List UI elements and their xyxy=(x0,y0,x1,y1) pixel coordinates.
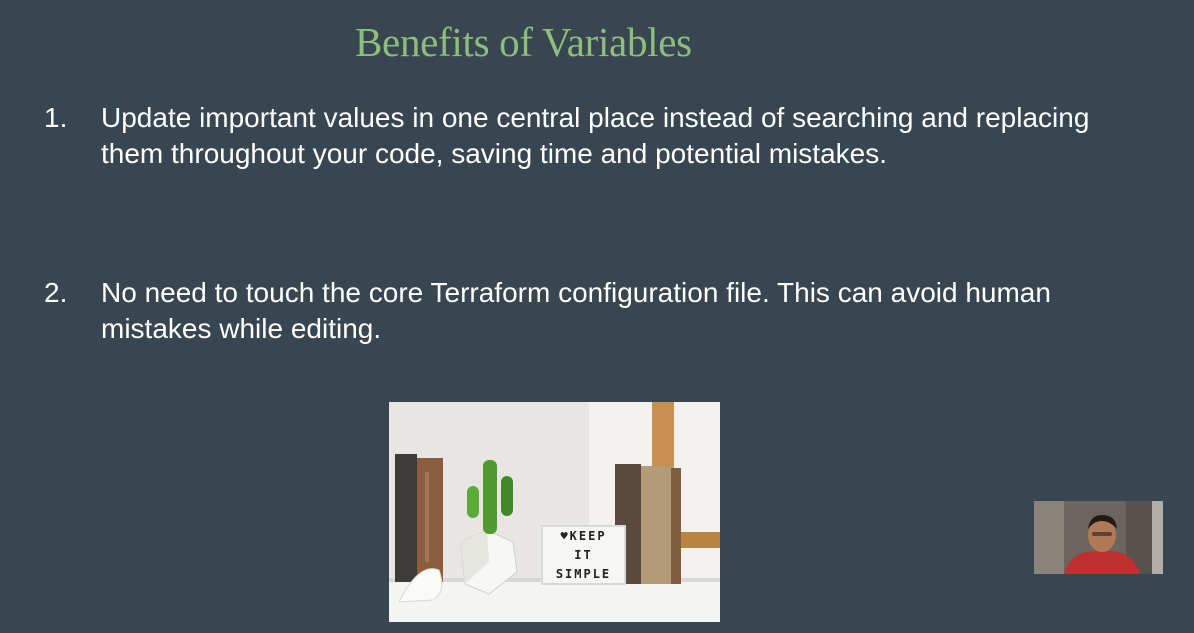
list-item: 2. No need to touch the core Terraform c… xyxy=(44,275,1164,355)
slide-title: Benefits of Variables xyxy=(355,19,692,65)
list-item: 1. Update important values in one centra… xyxy=(44,100,1164,180)
shelf-photo: ♥KEEP IT SIMPLE xyxy=(389,402,720,622)
presenter-video xyxy=(1034,501,1163,574)
lightbox-line: SIMPLE xyxy=(555,567,612,581)
list-item-number: 2. xyxy=(44,277,68,308)
list-item-number: 1. xyxy=(44,102,68,133)
webcam-overlay xyxy=(1034,501,1163,574)
list-item-text: Update important values in one central p… xyxy=(101,102,1090,169)
list-item-text: No need to touch the core Terraform conf… xyxy=(101,277,1051,344)
lightbox-line: IT xyxy=(574,548,593,562)
shelf-illustration xyxy=(389,402,720,622)
lightbox-line: ♥KEEP xyxy=(560,529,607,543)
keep-it-simple-lightbox: ♥KEEP IT SIMPLE xyxy=(541,525,626,585)
